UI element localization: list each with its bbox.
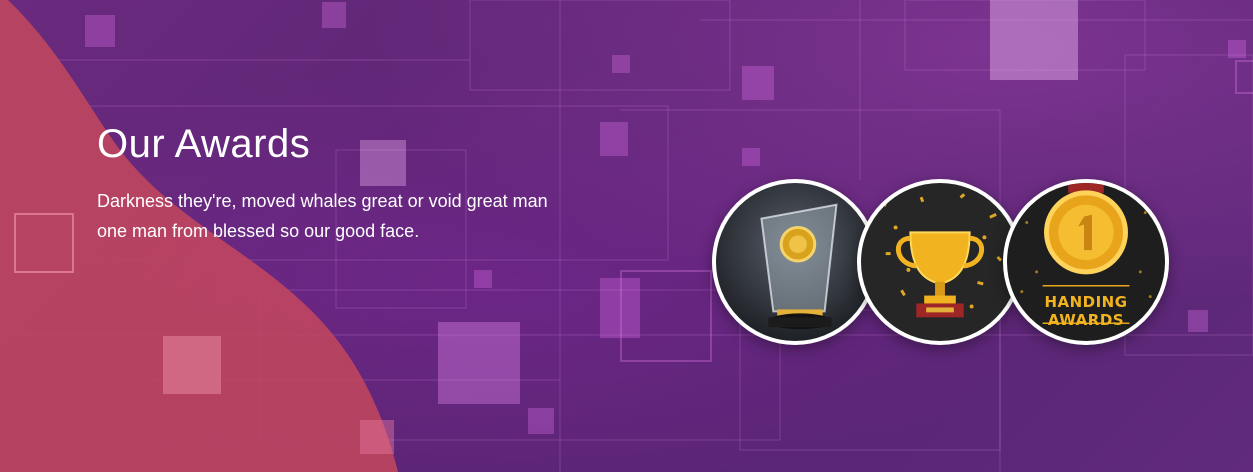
deco-square — [163, 336, 221, 394]
deco-square — [600, 122, 628, 156]
description-line-2: one man from blessed so our good face. — [97, 221, 420, 241]
deco-square — [1228, 40, 1246, 58]
deco-square — [1188, 310, 1208, 332]
deco-square — [742, 66, 774, 100]
deco-square — [742, 148, 760, 166]
deco-square — [612, 55, 630, 73]
award-caption-line-2: AWARDS — [1047, 311, 1125, 329]
glass-trophy-icon — [760, 203, 838, 330]
award-badge-glass-trophy[interactable] — [712, 179, 878, 345]
award-caption: HANDING AWARDS — [1007, 293, 1165, 329]
section-description: Darkness they're, moved whales great or … — [97, 186, 617, 246]
deco-square — [474, 270, 492, 288]
deco-outline-square — [14, 213, 74, 273]
award-badge-gold-cup[interactable] — [857, 179, 1023, 345]
deco-outline-square — [1235, 60, 1253, 94]
deco-outline-square — [620, 270, 712, 362]
deco-square — [438, 322, 520, 404]
deco-square — [990, 0, 1078, 80]
gold-cup-trophy-icon — [880, 193, 1003, 318]
award-badge-gold-medal[interactable]: HANDING AWARDS — [1003, 179, 1169, 345]
deco-square — [360, 420, 394, 454]
description-line-1: Darkness they're, moved whales great or … — [97, 191, 548, 211]
deco-square — [528, 408, 554, 434]
section-title: Our Awards — [97, 122, 311, 166]
award-caption-line-1: HANDING — [1044, 293, 1128, 311]
